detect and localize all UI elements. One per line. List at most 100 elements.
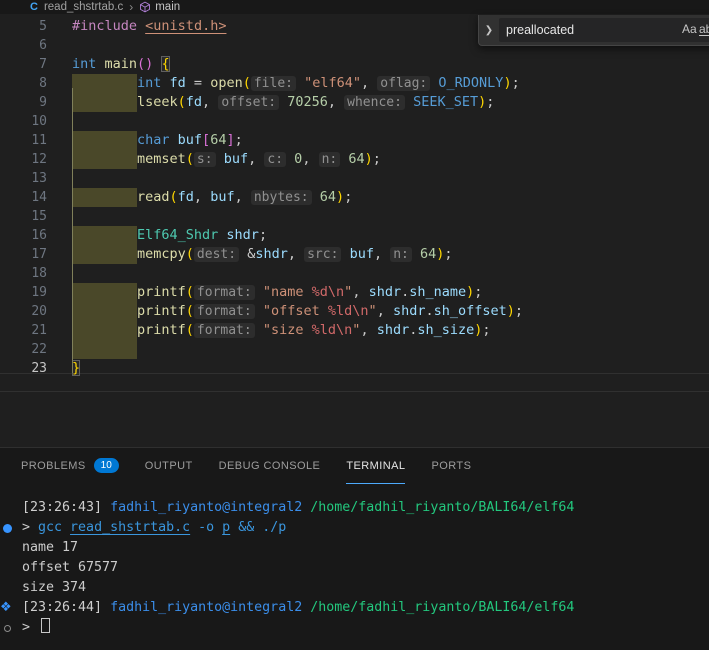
panel-tab-output[interactable]: OUTPUT [145, 448, 193, 484]
code-token: ( [186, 284, 194, 300]
code-token: & [239, 246, 255, 262]
whole-word-icon[interactable]: ab [699, 22, 709, 36]
code-token: char [137, 132, 170, 148]
tab-whitespace-highlight [72, 93, 137, 112]
code-token: " [369, 303, 377, 319]
code-line-14[interactable]: 14read(fd, buf, nbytes: 64); [0, 188, 709, 207]
code-token: , [248, 151, 264, 167]
code-token: ( [186, 246, 194, 262]
find-input[interactable]: preallocated Aa ab [499, 18, 709, 42]
code-line-11[interactable]: 11char buf[64]; [0, 131, 709, 150]
code-token: sh_offset [434, 303, 507, 319]
code-token: ; [482, 322, 490, 338]
code-token: buf [224, 151, 248, 167]
command-pending-decoration-icon[interactable] [4, 625, 11, 632]
terminal-output[interactable]: [23:26:43] fadhil_riyanto@integral2 /hom… [0, 498, 709, 638]
inlay-hint: dest: [194, 247, 239, 262]
line-number: 6 [0, 36, 47, 55]
code-token: %ld [312, 322, 336, 338]
code-token: ) [365, 151, 373, 167]
code-text: #include <unistd.h> [72, 17, 226, 36]
code-line-12[interactable]: 12memset(s: buf, c: 0, n: 64); [0, 150, 709, 169]
code-token: main [105, 56, 138, 72]
tab-whitespace-highlight [72, 74, 137, 93]
code-token [296, 75, 304, 91]
terminal-text: fadhil_riyanto@integral2 [110, 600, 302, 615]
code-token [405, 94, 413, 110]
code-line-22[interactable]: 22 [0, 340, 709, 359]
code-token: shdr [226, 227, 259, 243]
code-token [255, 284, 263, 300]
code-token: ; [235, 132, 243, 148]
terminal-text: fadhil_riyanto@integral2 [110, 500, 302, 515]
symbol-method-icon [139, 1, 151, 13]
terminal-file-link[interactable]: read_shstrtab.c [70, 520, 190, 535]
tab-whitespace-highlight [72, 283, 137, 302]
code-editor[interactable]: 5#include <unistd.h>67int main() {8int f… [0, 14, 709, 447]
terminal-row: > gcc read_shstrtab.c -o p && ./p [0, 518, 709, 538]
panel-tab-label: TERMINAL [346, 460, 405, 472]
code-token [312, 189, 320, 205]
code-line-15[interactable]: 15 [0, 207, 709, 226]
breadcrumb-symbol[interactable]: main [155, 1, 180, 13]
tab-whitespace-highlight [72, 340, 137, 359]
terminal-text: name 17 [22, 540, 78, 555]
line-number: 12 [0, 150, 47, 169]
code-line-17[interactable]: 17memcpy(dest: &shdr, src: buf, n: 64); [0, 245, 709, 264]
code-token: ( [170, 189, 178, 205]
code-line-20[interactable]: 20printf(format: "offset %ld\n", shdr.sh… [0, 302, 709, 321]
panel-tab-terminal[interactable]: TERMINAL [346, 448, 405, 484]
inlay-hint: src: [304, 247, 341, 262]
code-line-19[interactable]: 19printf(format: "name %d\n", shdr.sh_na… [0, 283, 709, 302]
code-line-9[interactable]: 9lseek(fd, offset: 70256, whence: SEEK_S… [0, 93, 709, 112]
code-token: , [361, 75, 377, 91]
code-token: . [401, 284, 409, 300]
tab-whitespace-highlight [72, 188, 137, 207]
code-line-18[interactable]: 18 [0, 264, 709, 283]
code-text: printf(format: "offset %ld\n", shdr.sh_o… [72, 302, 523, 321]
code-token: memcpy [137, 246, 186, 262]
code-token: ; [373, 151, 381, 167]
code-token: shdr [393, 303, 426, 319]
code-line-21[interactable]: 21printf(format: "size %ld\n", shdr.sh_s… [0, 321, 709, 340]
terminal-text: /home/fadhil_riyanto/BALI64/elf64 [310, 600, 574, 615]
sparkle-decoration-icon[interactable]: ❖ [0, 598, 12, 618]
code-token [341, 246, 349, 262]
terminal-text: > [22, 520, 38, 535]
code-token: \n [328, 284, 344, 300]
code-line-16[interactable]: 16Elf64_Shdr shdr; [0, 226, 709, 245]
panel-tab-label: PORTS [431, 460, 471, 472]
panel-tab-label: PROBLEMS [21, 460, 86, 472]
find-expand-chevron-icon[interactable]: ❯ [479, 25, 499, 36]
tab-whitespace-highlight [72, 150, 137, 169]
code-token: , [302, 151, 318, 167]
code-token: 64 [320, 189, 336, 205]
inlay-hint: s: [194, 152, 216, 167]
panel-tab-debug-console[interactable]: DEBUG CONSOLE [219, 448, 321, 484]
indent-guide [72, 88, 73, 373]
code-line-23[interactable]: 23} [0, 359, 709, 378]
inlay-hint: format: [194, 323, 255, 338]
code-token: 64 [348, 151, 364, 167]
terminal-file-link[interactable]: p [222, 520, 230, 535]
code-line-8[interactable]: 8int fd = open(file: "elf64", oflag: O_R… [0, 74, 709, 93]
command-success-decoration-icon[interactable] [3, 524, 12, 533]
panel-tab-label: DEBUG CONSOLE [219, 460, 321, 472]
code-token: , [377, 303, 393, 319]
terminal-cursor [41, 618, 50, 633]
code-token: printf [137, 284, 186, 300]
breadcrumb-file[interactable]: read_shstrtab.c [44, 1, 123, 13]
tab-whitespace-highlight [72, 131, 137, 150]
code-line-7[interactable]: 7int main() { [0, 55, 709, 74]
match-case-icon[interactable]: Aa [682, 22, 697, 36]
code-token: ( [186, 151, 194, 167]
code-token: 64 [420, 246, 436, 262]
panel-tab-problems[interactable]: PROBLEMS 10 [21, 448, 119, 484]
code-token: fd [186, 94, 202, 110]
code-text: read(fd, buf, nbytes: 64); [72, 188, 352, 207]
inlay-hint: format: [194, 304, 255, 319]
code-line-13[interactable]: 13 [0, 169, 709, 188]
code-line-10[interactable]: 10 [0, 112, 709, 131]
panel-tab-ports[interactable]: PORTS [431, 448, 471, 484]
problems-count-badge: 10 [94, 458, 119, 473]
